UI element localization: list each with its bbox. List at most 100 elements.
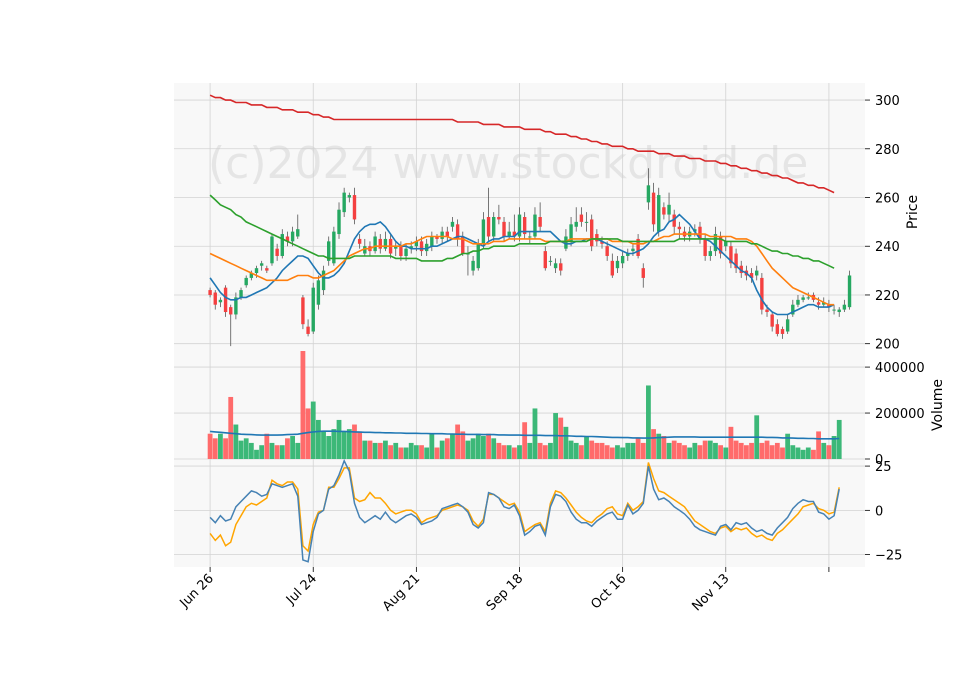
volume-bar-down	[733, 440, 739, 459]
candle-body-down	[770, 314, 774, 327]
volume-bar-up	[470, 438, 476, 459]
volume-bar-down	[501, 445, 507, 459]
candle-body-up	[311, 287, 315, 332]
x-tick-label: Sep 18	[484, 571, 527, 614]
volume-bar-down	[764, 440, 770, 459]
volume-bar-up	[615, 445, 620, 459]
candle-body-down	[486, 217, 491, 237]
candle-body-up	[708, 251, 712, 256]
candle-body-up	[667, 204, 671, 215]
y-tick-label: 400000	[875, 361, 925, 376]
candle-body-down	[651, 192, 656, 225]
candle-body-down	[275, 248, 279, 256]
volume-bar-up	[646, 385, 651, 459]
chart-canvas: (c)2024 www.stockdroid.de 200 220 240 260 28…	[174, 83, 946, 614]
volume-bar-up	[243, 438, 249, 459]
candle-body-up	[646, 185, 651, 203]
volume-bar-up	[692, 442, 698, 459]
volume-bar-down	[388, 445, 393, 459]
candle-body-up	[785, 319, 790, 332]
stock-chart-figure: (c)2024 www.stockdroid.de 200 220 240 260 28…	[0, 0, 960, 690]
candle-body-up	[337, 209, 341, 235]
candle-body-up	[533, 214, 537, 237]
candle-body-down	[497, 217, 501, 220]
candle-body-up	[837, 309, 841, 313]
volume-bar-down	[594, 442, 600, 459]
volume-bar-down	[460, 431, 466, 459]
candle-body-up	[239, 290, 243, 298]
volume-bar-up	[413, 445, 419, 459]
volume-bar-down	[604, 445, 610, 459]
candle-body-down	[378, 238, 382, 249]
volume-bar-up	[475, 433, 481, 459]
candle-body-down	[641, 268, 645, 278]
candle-body-down	[605, 246, 609, 256]
volume-bar-down	[377, 442, 383, 459]
volume-bar-up	[795, 447, 801, 459]
volume-bar-down	[285, 438, 290, 459]
y-tick-label: 260	[875, 192, 900, 207]
x-tick-label: Jul 24	[283, 571, 320, 608]
volume-bar-up	[279, 445, 285, 459]
volume-bar-down	[743, 445, 749, 459]
candle-body-up	[218, 299, 223, 303]
volume-bar-down	[671, 440, 677, 459]
candle-body-up	[847, 275, 852, 308]
candle-body-up	[471, 260, 475, 271]
y-tick-label: 0	[875, 504, 883, 519]
candle-body-down	[610, 260, 615, 276]
volume-bar-up	[372, 442, 378, 459]
candle-body-down	[265, 268, 269, 271]
volume-bar-down	[434, 447, 440, 459]
candle-body-down	[301, 297, 305, 325]
candle-body-up	[476, 243, 480, 269]
candle-body-up	[481, 219, 486, 244]
candle-body-up	[347, 195, 352, 198]
volume-bar-down	[578, 445, 584, 459]
candle-body-down	[559, 263, 563, 271]
candle-body-down	[352, 195, 357, 220]
volume-bar-up	[563, 426, 569, 459]
candle-body-up	[553, 263, 558, 269]
candle-body-down	[399, 246, 403, 256]
volume-bar-up	[506, 445, 512, 459]
volume-bar-down	[589, 440, 595, 459]
volume-bar-up	[218, 433, 223, 459]
volume-bar-down	[738, 442, 744, 459]
candle-body-up	[755, 270, 759, 276]
volume-bar-down	[352, 424, 357, 459]
candle-body-up	[404, 248, 408, 256]
y-tick-label: 220	[875, 289, 900, 304]
volume-bar-up	[341, 431, 347, 459]
candle-body-up	[548, 260, 553, 262]
volume-bar-down	[816, 431, 821, 459]
candle-body-down	[538, 217, 542, 227]
volume-bar-up	[233, 424, 239, 459]
candle-body-down	[765, 309, 769, 313]
candle-body-down	[760, 277, 764, 310]
volume-bar-down	[496, 442, 502, 459]
candle-body-down	[703, 238, 707, 256]
volume-bar-down	[264, 433, 270, 459]
volume-bar-up	[723, 447, 729, 459]
candle-body-up	[842, 304, 847, 310]
volume-bar-down	[419, 445, 424, 459]
volume-bar-up	[707, 440, 713, 459]
y-tick-label: 200000	[875, 407, 925, 422]
volume-axis-label: Volume	[930, 379, 946, 431]
candle-body-down	[419, 241, 424, 252]
volume-bar-up	[805, 447, 811, 459]
volume-bar-down	[398, 447, 404, 459]
volume-bar-up	[331, 429, 337, 459]
volume-bar-down	[697, 445, 703, 459]
y-tick-label: 200	[875, 338, 900, 353]
volume-bar-down	[702, 440, 708, 459]
volume-bar-up	[310, 401, 316, 459]
volume-bar-down	[826, 445, 832, 459]
volume-bar-up	[790, 445, 796, 459]
volume-bar-up	[573, 442, 579, 459]
volume-bar-up	[548, 442, 553, 459]
x-tick-label: Nov 13	[689, 571, 732, 614]
candle-body-down	[213, 292, 217, 305]
volume-bar-down	[651, 429, 656, 459]
